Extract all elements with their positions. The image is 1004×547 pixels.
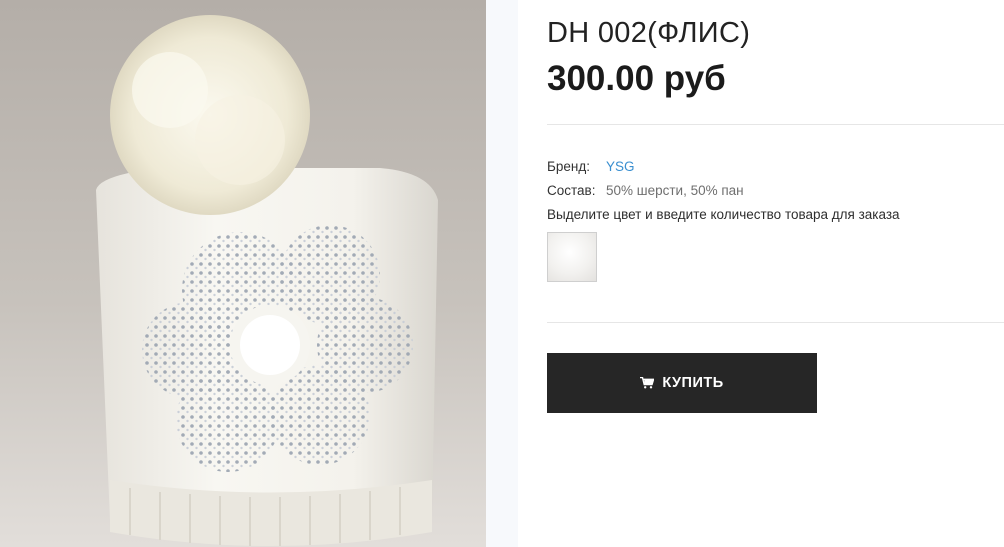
- buy-button-label: КУПИТЬ: [662, 375, 724, 391]
- product-page: DH 002(ФЛИС) 300.00 руб Бренд: YSG Соста…: [0, 0, 1004, 547]
- divider: [547, 322, 1004, 323]
- image-gutter: [486, 0, 518, 547]
- divider: [547, 124, 1004, 125]
- product-title: DH 002(ФЛИС): [547, 17, 751, 49]
- order-hint: Выделите цвет и введите количество товар…: [547, 207, 900, 222]
- product-image[interactable]: [0, 0, 486, 547]
- brand-label: Бренд:: [547, 159, 590, 174]
- brand-row: Бренд: YSG: [547, 159, 635, 174]
- brand-link[interactable]: YSG: [606, 159, 635, 174]
- composition-row: Состав: 50% шерсти, 50% пан: [547, 183, 744, 198]
- color-swatch-white[interactable]: [547, 232, 597, 282]
- hat-illustration: [96, 15, 438, 546]
- composition-value: 50% шерсти, 50% пан: [606, 183, 744, 198]
- cart-icon: [640, 377, 655, 389]
- composition-label: Состав:: [547, 183, 596, 198]
- buy-button[interactable]: КУПИТЬ: [547, 353, 817, 413]
- product-price: 300.00 руб: [547, 59, 726, 98]
